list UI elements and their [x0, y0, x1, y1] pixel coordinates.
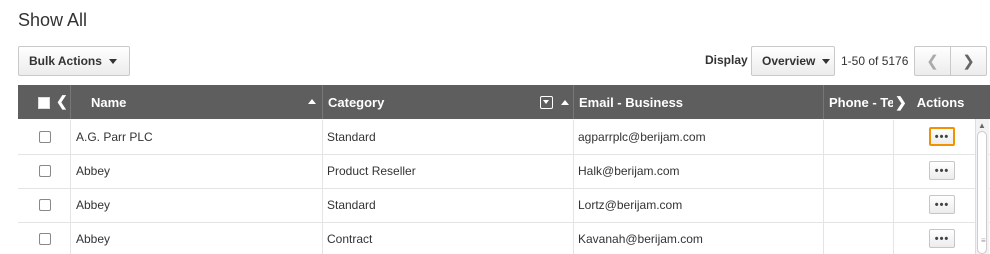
- scroll-columns-left-icon[interactable]: ❮: [56, 93, 68, 110]
- filter-icon[interactable]: [540, 96, 553, 109]
- cell-name[interactable]: A.G. Parr PLC: [76, 120, 153, 154]
- header-select-cell: ❮: [18, 85, 70, 119]
- sort-ascending-icon: [561, 100, 569, 105]
- cell-category: Standard: [327, 198, 376, 212]
- sort-ascending-icon: [308, 99, 316, 104]
- cell-name[interactable]: Abbey: [76, 222, 110, 254]
- bulk-actions-label: Bulk Actions: [29, 54, 102, 68]
- display-label: Display: [705, 53, 748, 67]
- prev-page-button[interactable]: ❮: [914, 46, 951, 76]
- caret-down-icon: [108, 58, 117, 64]
- select-all-checkbox[interactable]: [38, 97, 50, 109]
- row-checkbox[interactable]: [39, 199, 51, 211]
- row-checkbox[interactable]: [39, 165, 51, 177]
- scroll-up-icon[interactable]: ▲: [978, 121, 986, 130]
- page-title: Show All: [18, 10, 88, 30]
- cell-name[interactable]: Abbey: [76, 188, 110, 222]
- row-actions-button[interactable]: •••: [929, 161, 955, 180]
- next-page-button[interactable]: ❯: [950, 46, 987, 76]
- pager-count: 1-50 of 5176: [841, 54, 909, 68]
- records-grid: ❮ Name Category Email - Business Phone -…: [18, 85, 990, 254]
- row-actions-button[interactable]: •••: [929, 127, 955, 146]
- grip-icon: ≡: [981, 236, 986, 245]
- column-header-actions: ❯ Actions: [895, 93, 965, 111]
- column-header-email[interactable]: Email - Business: [573, 85, 823, 119]
- cell-category: Product Reseller: [327, 164, 416, 178]
- row-checkbox[interactable]: [39, 131, 51, 143]
- display-select[interactable]: Overview: [751, 46, 835, 76]
- scroll-columns-right-icon[interactable]: ❯: [895, 94, 907, 111]
- chevron-right-icon: ❯: [962, 53, 975, 70]
- row-actions-button[interactable]: •••: [929, 229, 955, 248]
- row-checkbox[interactable]: [39, 233, 51, 245]
- cell-email[interactable]: agparrplc@berijam.com: [578, 120, 706, 154]
- scrollbar-thumb[interactable]: ≡: [977, 131, 987, 254]
- caret-down-icon: [822, 58, 831, 64]
- cell-email[interactable]: Lortz@berijam.com: [578, 188, 682, 222]
- row-actions-button[interactable]: •••: [929, 195, 955, 214]
- table-header: ❮ Name Category Email - Business Phone -…: [18, 85, 990, 119]
- cell-email[interactable]: Halk@berijam.com: [578, 154, 680, 188]
- column-header-phone[interactable]: Phone - Te: [823, 85, 893, 119]
- display-select-value: Overview: [762, 54, 816, 68]
- cell-email[interactable]: Kavanah@berijam.com: [578, 222, 703, 254]
- table-row[interactable]: Abbey Contract Kavanah@berijam.com •••: [18, 222, 990, 254]
- chevron-left-icon: ❮: [926, 53, 939, 70]
- table-row[interactable]: A.G. Parr PLC Standard agparrplc@berijam…: [18, 120, 990, 155]
- table-row[interactable]: Abbey Product Reseller Halk@berijam.com …: [18, 154, 990, 189]
- vertical-scrollbar[interactable]: ▲ ≡: [975, 119, 989, 254]
- cell-category: Standard: [327, 130, 376, 144]
- cell-category: Contract: [327, 232, 373, 246]
- column-header-category[interactable]: Category: [322, 85, 573, 119]
- column-header-name[interactable]: Name: [70, 85, 322, 119]
- bulk-actions-button[interactable]: Bulk Actions: [18, 46, 130, 76]
- table-row[interactable]: Abbey Standard Lortz@berijam.com •••: [18, 188, 990, 223]
- cell-name[interactable]: Abbey: [76, 154, 110, 188]
